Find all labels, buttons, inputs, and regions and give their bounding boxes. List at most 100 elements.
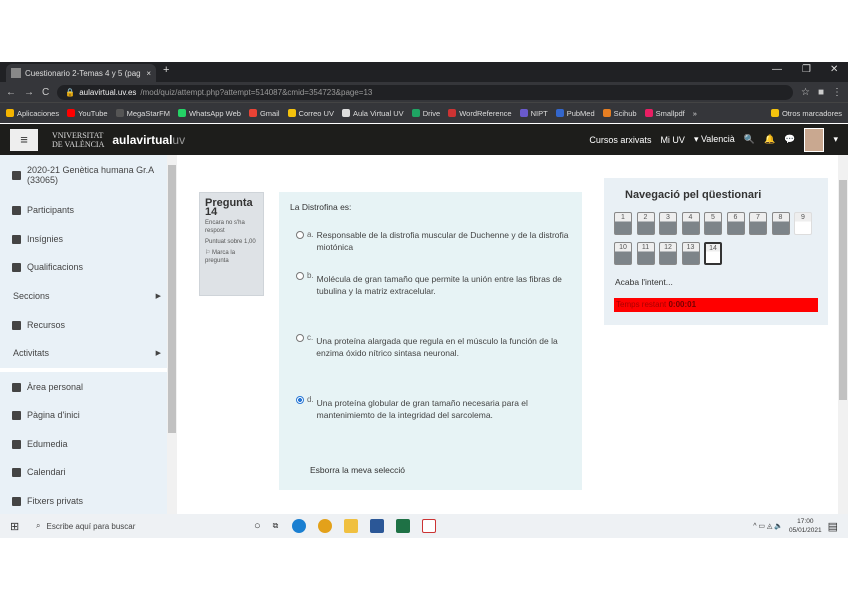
question-nav-button[interactable]: 6	[726, 212, 745, 235]
chrome-icon[interactable]	[318, 519, 333, 533]
sidebar-item[interactable]: Insígnies	[12, 234, 160, 244]
excel-icon[interactable]	[396, 519, 411, 533]
file-explorer-icon[interactable]	[344, 519, 359, 533]
users-icon	[12, 205, 21, 215]
question-nav-button[interactable]: 7	[749, 212, 767, 235]
close-window-button[interactable]: ✕	[830, 64, 838, 75]
sidebar-item[interactable]: Calendari	[12, 467, 160, 477]
home-icon	[12, 410, 21, 420]
bookmark-item[interactable]: Otros marcadores	[770, 109, 842, 118]
radio-b[interactable]	[296, 272, 304, 280]
calendar-icon	[12, 467, 21, 477]
url-input[interactable]: 🔒 aulavirtual.uv.es/mod/quiz/attempt.php?…	[57, 84, 793, 100]
sidebar-scroll-thumb[interactable]	[168, 165, 176, 433]
clock[interactable]: 17:00 05/01/2021	[789, 517, 822, 535]
sidebar-item[interactable]: Activitats ▶	[13, 348, 161, 358]
tray-icons[interactable]: ^ ▭ ◬ 🔈	[753, 522, 783, 530]
file-icon	[12, 496, 21, 506]
bookmark-item[interactable]: Drive	[411, 109, 440, 118]
bookmark-item[interactable]: Smallpdf	[644, 109, 685, 118]
task-view-icon[interactable]: ⧉	[273, 521, 279, 531]
sidebar-item[interactable]: Qualificacions	[12, 262, 160, 272]
radio-c[interactable]	[296, 334, 304, 342]
bookmark-item[interactable]: Correo UV	[287, 109, 334, 118]
question-nav-button[interactable]: 13	[681, 242, 700, 265]
bookmark-item[interactable]: MegaStarFM	[115, 109, 170, 118]
bookmark-item[interactable]: Gmail	[248, 109, 280, 118]
bell-icon[interactable]: 🔔	[764, 134, 775, 145]
sidebar-item[interactable]: Recursos	[12, 320, 160, 330]
question-text: La Distrofina es:	[290, 202, 352, 212]
radio-d[interactable]	[296, 396, 304, 404]
windows-start-icon[interactable]: ⊞	[10, 520, 19, 533]
address-bar-row: ← → C 🔒 aulavirtual.uv.es/mod/quiz/attempt.…	[0, 82, 848, 102]
option-c[interactable]: c. Una proteína alargada que regula en el…	[296, 332, 571, 359]
new-tab-button[interactable]: +	[163, 64, 169, 76]
bookmark-item[interactable]: Scihub	[602, 109, 637, 118]
language-menu[interactable]: ▾ Valencià	[694, 134, 735, 145]
bookmark-icon	[248, 109, 257, 117]
pdf-icon[interactable]	[422, 519, 437, 533]
question-nav-button[interactable]: 14	[704, 242, 722, 265]
sidebar-item[interactable]: Participants	[12, 205, 160, 215]
flag-question-link[interactable]: ⚐ Marca la pregunta	[205, 249, 258, 265]
reload-icon[interactable]: C	[42, 87, 49, 98]
question-nav-button[interactable]: 11	[636, 242, 655, 265]
question-nav-button[interactable]: 3	[659, 212, 677, 235]
sidebar-item[interactable]: Pàgina d'inici	[12, 410, 160, 420]
bookmark-item[interactable]: »	[693, 109, 697, 118]
question-nav-button[interactable]: 1	[614, 212, 632, 235]
notifications-icon[interactable]: ▤	[828, 520, 838, 533]
sidebar-item[interactable]: Àrea personal	[12, 382, 160, 392]
archive-icon	[12, 320, 21, 330]
question-nav-button[interactable]: 12	[659, 242, 677, 265]
chevron-down-icon[interactable]: ▾	[833, 134, 838, 145]
sidebar-item[interactable]: Fitxers privats	[12, 496, 160, 506]
mi-uv-link[interactable]: Mi UV	[660, 135, 685, 145]
extensions-icon[interactable]: ■	[818, 87, 824, 98]
bookmark-item[interactable]: WordReference	[448, 109, 512, 118]
word-icon[interactable]	[370, 519, 385, 533]
back-icon[interactable]: ←	[6, 87, 16, 98]
bookmark-item[interactable]: YouTube	[67, 109, 108, 118]
bookmark-item[interactable]: WhatsApp Web	[177, 109, 241, 118]
question-nav-button[interactable]: 9	[794, 212, 812, 235]
sidebar-item[interactable]: Seccions ▶	[13, 291, 161, 301]
finish-attempt-link[interactable]: Acaba l'intent...	[615, 277, 673, 287]
uv-logo[interactable]: VNIVERSITAT DE VALÈNCIA	[52, 131, 104, 149]
archived-courses-link[interactable]: Cursos arxivats	[589, 135, 651, 145]
star-icon[interactable]: ☆	[801, 87, 810, 98]
search-icon[interactable]: 🔍	[744, 134, 755, 145]
avatar[interactable]	[804, 127, 825, 152]
forward-icon[interactable]: →	[24, 87, 34, 98]
hamburger-menu-button[interactable]: ≡	[10, 128, 38, 151]
taskbar-search[interactable]: ⌕ Escribe aquí para buscar	[26, 514, 226, 538]
question-nav-button[interactable]: 2	[636, 212, 655, 235]
bookmark-item[interactable]: Aula Virtual UV	[341, 109, 404, 118]
aulavirtual-logo[interactable]: aulavirtualuv	[112, 133, 185, 147]
radio-a[interactable]	[296, 231, 304, 239]
sidebar-item[interactable]: 2020-21 Genètica humana Gr.A (33065)	[12, 165, 160, 185]
bookmark-item[interactable]: NIPT	[519, 109, 548, 118]
chat-icon[interactable]: 💬	[784, 134, 795, 145]
sidebar-item[interactable]: Edumedia	[12, 439, 160, 449]
minimize-button[interactable]: —	[772, 64, 782, 75]
close-tab-icon[interactable]: ×	[146, 69, 151, 78]
option-d[interactable]: d. Una proteína globular de gran tamaño n…	[296, 394, 571, 421]
maximize-button[interactable]: ❐	[802, 64, 811, 75]
bookmark-item[interactable]: PubMed	[555, 109, 595, 118]
question-nav-button[interactable]: 5	[704, 212, 722, 235]
question-nav-button[interactable]: 4	[681, 212, 700, 235]
question-nav-button[interactable]: 10	[614, 242, 632, 265]
bookmark-item[interactable]: Aplicaciones	[6, 109, 59, 118]
cortana-icon[interactable]: ○	[254, 520, 261, 532]
browser-tab[interactable]: Cuestionario 2-Temas 4 y 5 (pag ×	[6, 64, 156, 82]
favicon-icon	[11, 68, 21, 78]
option-a[interactable]: a. Responsable de la distrofia muscular d…	[296, 229, 571, 253]
option-b[interactable]: b. Molécula de gran tamaño que permite la…	[296, 270, 571, 297]
question-nav-button[interactable]: 8	[771, 212, 790, 235]
page-scroll-thumb[interactable]	[839, 180, 847, 400]
menu-dots-icon[interactable]: ⋮	[832, 87, 842, 98]
clear-selection-link[interactable]: Esborra la meva selecció	[310, 465, 405, 475]
edge-icon[interactable]	[292, 519, 307, 533]
